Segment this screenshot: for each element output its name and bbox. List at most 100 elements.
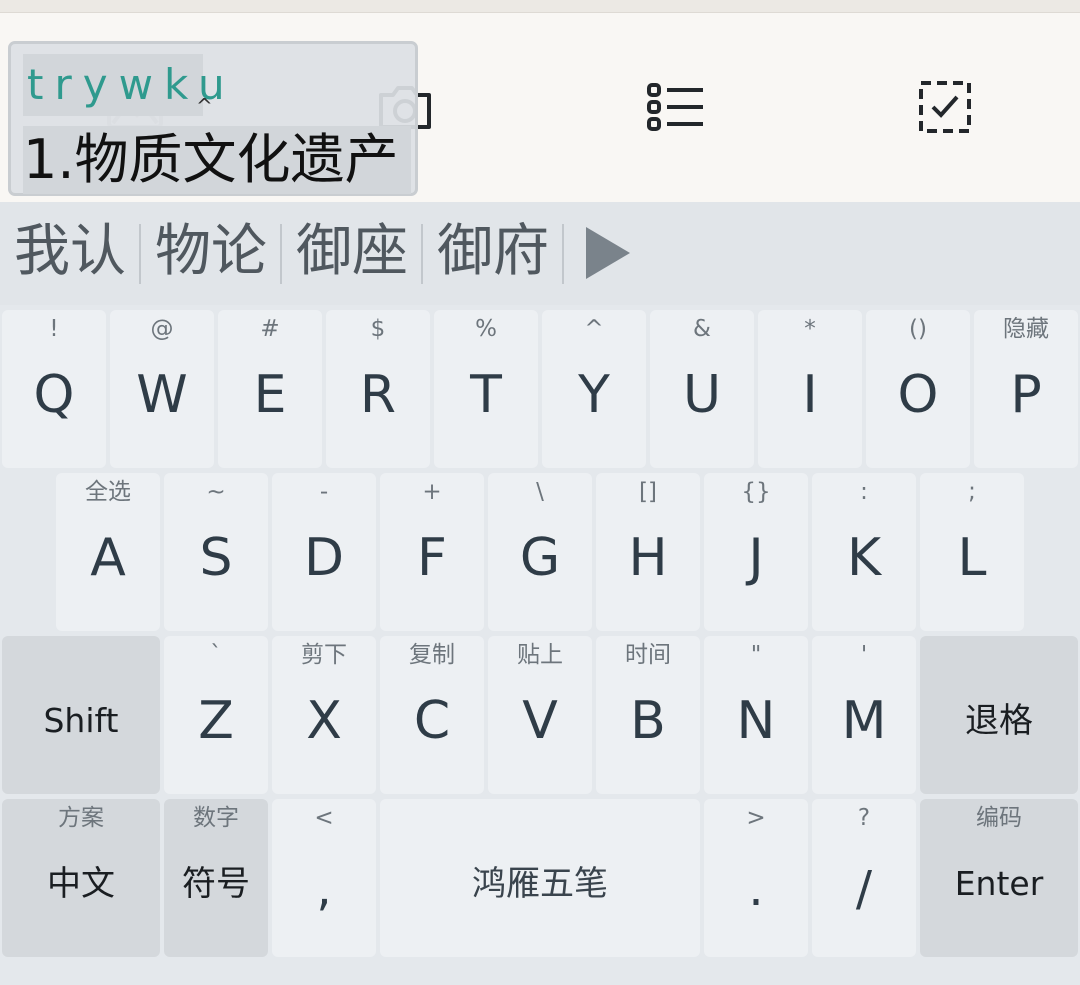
key-g[interactable]: \ G <box>488 473 592 631</box>
composition-code: trywku <box>23 54 225 116</box>
key-hint: @ <box>150 316 174 342</box>
candidate-bar: 我认 物论 御座 御府 <box>0 202 1080 305</box>
key-label: B <box>630 691 666 751</box>
backspace-key[interactable]: 退格 <box>920 636 1078 794</box>
key-hint: % <box>475 316 497 342</box>
key-hint: 复制 <box>409 642 455 668</box>
candidate-item[interactable]: 我认 <box>14 202 126 305</box>
key-hint: ~ <box>206 479 226 505</box>
key-label: L <box>957 528 987 588</box>
key-i[interactable]: * I <box>758 310 862 468</box>
key-y[interactable]: ^ Y <box>542 310 646 468</box>
key-label: U <box>682 365 722 425</box>
key-label: 退格 <box>965 701 1033 741</box>
key-label: P <box>1010 365 1042 425</box>
key-r[interactable]: $ R <box>326 310 430 468</box>
key-c[interactable]: 复制 C <box>380 636 484 794</box>
select-icon[interactable] <box>910 72 980 142</box>
candidate-item[interactable]: 御座 <box>296 202 408 305</box>
period-key[interactable]: > . <box>704 799 808 957</box>
composition-candidate[interactable]: 1.物质文化遗产 <box>23 126 411 194</box>
slash-key[interactable]: ? / <box>812 799 916 957</box>
candidate-separator <box>280 224 282 284</box>
key-label: 鸿雁五笔 <box>472 864 608 904</box>
key-e[interactable]: # E <box>218 310 322 468</box>
key-f[interactable]: + F <box>380 473 484 631</box>
key-h[interactable]: [] H <box>596 473 700 631</box>
key-label: Z <box>198 691 234 751</box>
key-hint: & <box>693 316 711 342</box>
key-v[interactable]: 贴上 V <box>488 636 592 794</box>
key-q[interactable]: ! Q <box>2 310 106 468</box>
triangle-right-icon[interactable] <box>584 225 634 281</box>
key-label: N <box>736 691 776 751</box>
key-l[interactable]: ; L <box>920 473 1024 631</box>
candidate-item[interactable]: 御府 <box>437 202 549 305</box>
comma-key[interactable]: < , <box>272 799 376 957</box>
key-label: A <box>90 528 126 588</box>
key-label: , <box>316 861 332 917</box>
key-m[interactable]: ' M <box>812 636 916 794</box>
key-label: E <box>253 365 287 425</box>
key-n[interactable]: " N <box>704 636 808 794</box>
key-o[interactable]: () O <box>866 310 970 468</box>
composition-caret: ^ <box>196 94 213 118</box>
key-label: O <box>897 365 939 425</box>
key-label: 中文 <box>47 864 115 904</box>
symbols-key[interactable]: 数字 符号 <box>164 799 268 957</box>
key-label: S <box>199 528 233 588</box>
key-hint: 全选 <box>85 479 131 505</box>
key-w[interactable]: @ W <box>110 310 214 468</box>
key-z[interactable]: ` Z <box>164 636 268 794</box>
key-label: Q <box>33 365 75 425</box>
key-p[interactable]: 隐藏 P <box>974 310 1078 468</box>
list-icon[interactable] <box>640 72 710 142</box>
key-j[interactable]: {} J <box>704 473 808 631</box>
key-label: K <box>846 528 882 588</box>
key-label: X <box>306 691 342 751</box>
enter-key[interactable]: 编码 Enter <box>920 799 1078 957</box>
key-label: F <box>417 528 447 588</box>
key-hint: [] <box>639 479 657 505</box>
key-label: D <box>303 528 345 588</box>
key-label: V <box>522 691 558 751</box>
key-hint: 数字 <box>193 805 239 831</box>
space-key[interactable]: 鸿雁五笔 <box>380 799 700 957</box>
key-hint: ` <box>210 642 222 668</box>
key-label: . <box>748 861 764 917</box>
top-strip <box>0 0 1080 13</box>
key-label: T <box>470 365 502 425</box>
key-label: R <box>359 365 397 425</box>
key-hint: > <box>746 805 766 831</box>
key-hint: # <box>260 316 280 342</box>
key-hint: 编码 <box>976 805 1022 831</box>
key-hint: 剪下 <box>301 642 347 668</box>
key-x[interactable]: 剪下 X <box>272 636 376 794</box>
key-hint: + <box>422 479 442 505</box>
key-hint: ; <box>968 479 976 505</box>
candidate-separator <box>421 224 423 284</box>
key-label: H <box>628 528 668 588</box>
candidate-separator <box>562 224 564 284</box>
key-k[interactable]: : K <box>812 473 916 631</box>
key-s[interactable]: ~ S <box>164 473 268 631</box>
key-t[interactable]: % T <box>434 310 538 468</box>
key-hint: 隐藏 <box>1003 316 1049 342</box>
language-key[interactable]: 方案 中文 <box>2 799 160 957</box>
key-label: G <box>519 528 561 588</box>
shift-key[interactable]: Shift <box>2 636 160 794</box>
key-hint: 贴上 <box>517 642 563 668</box>
key-label: W <box>136 365 188 425</box>
key-a[interactable]: 全选 A <box>56 473 160 631</box>
key-u[interactable]: & U <box>650 310 754 468</box>
key-d[interactable]: - D <box>272 473 376 631</box>
key-hint: \ <box>536 479 544 505</box>
key-label: C <box>413 691 451 751</box>
key-b[interactable]: 时间 B <box>596 636 700 794</box>
key-label: M <box>841 691 887 751</box>
candidate-item[interactable]: 物论 <box>155 202 267 305</box>
key-hint: ! <box>49 316 59 342</box>
candidate-separator <box>139 224 141 284</box>
key-hint: - <box>319 479 329 505</box>
key-hint: ^ <box>584 316 604 342</box>
